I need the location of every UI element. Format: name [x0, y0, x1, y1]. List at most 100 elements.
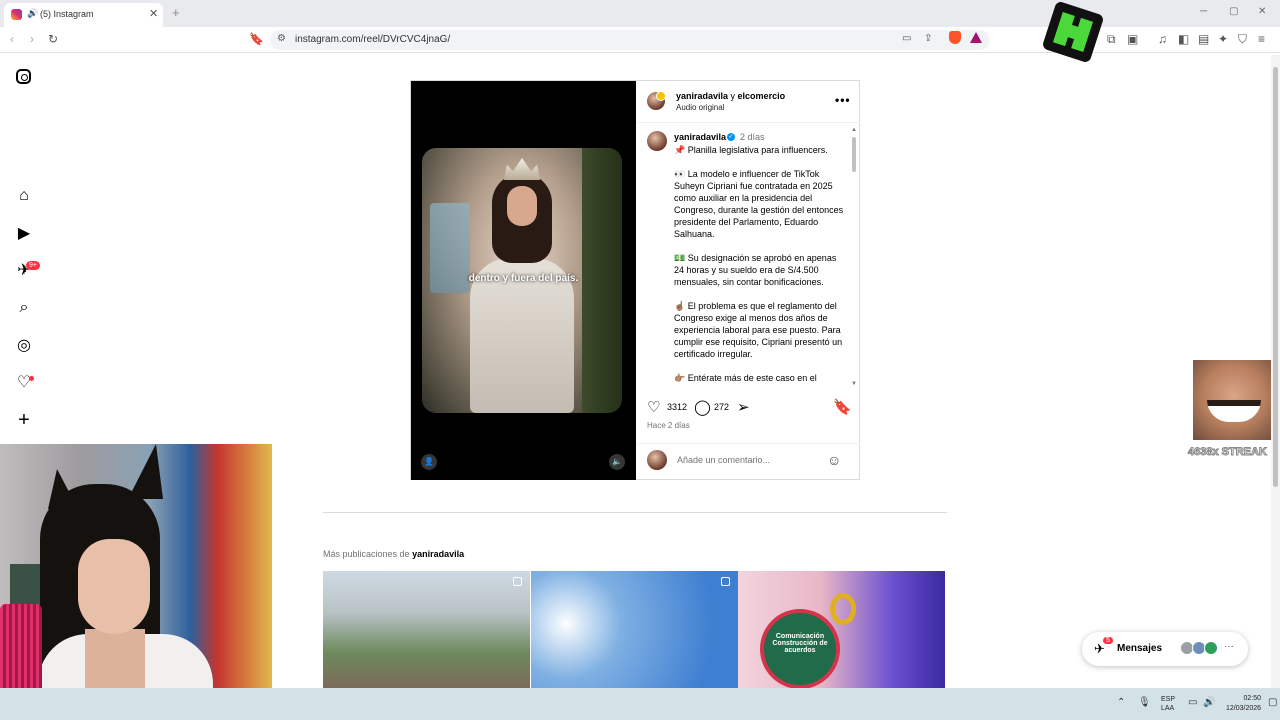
close-window-icon[interactable]: ✕ [1258, 6, 1266, 17]
post-thumbnail[interactable] [323, 571, 530, 688]
volume-tray-icon[interactable]: 🔊 [1203, 697, 1215, 708]
explore-icon[interactable]: ◎ [15, 337, 33, 355]
brave-rewards-icon[interactable] [970, 32, 982, 43]
caption-scrollbar[interactable]: ▲ ▼ [851, 127, 857, 390]
reload-icon[interactable]: ↻ [48, 32, 58, 46]
page-scrollbar[interactable] [1271, 55, 1280, 688]
comment-count[interactable]: 272 [714, 402, 729, 412]
reels-icon[interactable]: ▶ [15, 225, 33, 243]
wallet-icon[interactable]: ▤ [1198, 32, 1209, 46]
ai-icon[interactable]: ✦ [1218, 32, 1228, 46]
direct-icon: ✈ [1094, 641, 1105, 656]
page-scroll-thumb[interactable] [1273, 67, 1278, 487]
messages-button[interactable]: ✈ 5 Mensajes ··· [1082, 632, 1248, 666]
create-icon[interactable]: + [15, 410, 33, 430]
share-icon[interactable]: ⇪ [924, 33, 932, 44]
audio-link[interactable]: Audio original [676, 103, 724, 112]
authors-joiner: y [728, 91, 738, 101]
language-indicator[interactable]: ESP LAA [1161, 695, 1175, 713]
menu-icon[interactable]: ≡ [1258, 32, 1265, 46]
messages-label: Mensajes [1117, 643, 1163, 654]
reel-video[interactable]: dentro y fuera del país. 👤 🔈 [411, 81, 636, 480]
like-icon[interactable]: ♡ [647, 398, 660, 416]
tray-expand-icon[interactable]: ⌃ [1117, 697, 1125, 708]
streamer-face [78, 539, 150, 634]
comment-input[interactable] [677, 455, 827, 465]
post-header: yaniradavila y elcomercio Audio original… [637, 81, 860, 123]
tab-manager-icon[interactable]: ▣ [1127, 32, 1138, 46]
scroll-up-icon[interactable]: ▲ [851, 127, 857, 133]
close-tab-icon[interactable]: ✕ [149, 7, 158, 20]
author-link[interactable]: yaniradavila [676, 91, 728, 101]
face [507, 186, 537, 226]
new-tab-button[interactable]: + [172, 5, 180, 20]
back-icon[interactable]: ‹ [10, 32, 14, 46]
clock-time: 02:50 [1243, 695, 1262, 702]
notifications-icon[interactable]: ▢ [1268, 697, 1277, 708]
home-icon[interactable]: ⌂ [15, 187, 33, 205]
search-icon[interactable]: ⌕ [15, 299, 33, 317]
tab-title: (5) Instagram [40, 9, 94, 19]
url-text[interactable]: instagram.com/reel/DVrCVC4jnaG/ [295, 34, 450, 45]
user-tag-icon[interactable]: 👤 [421, 454, 437, 470]
contact-avatar [1204, 641, 1218, 655]
post-time: Hace 2 días [647, 421, 690, 430]
cast-icon[interactable]: ▭ [902, 33, 911, 44]
carousel-icon [513, 577, 522, 586]
post-actions: ♡ 3312 ◯ 272 ➢ 🔖 Hace 2 días [637, 393, 860, 433]
instagram-logo-icon[interactable] [16, 69, 31, 84]
taskbar: ⌃ 🎙 ESP LAA ▭ 🔊 02:50 12/03/2026 ▢ [0, 688, 1280, 720]
notification-badge: 9+ [26, 261, 40, 270]
coauthor-link[interactable]: elcomercio [738, 91, 786, 101]
brave-shield-icon[interactable] [949, 31, 961, 44]
maximize-icon[interactable]: ▢ [1229, 6, 1238, 17]
scroll-thumb[interactable] [852, 137, 856, 172]
microphone-icon[interactable]: 🎙 [1138, 697, 1151, 708]
video-subtitle: dentro y fuera del país. [468, 273, 579, 284]
like-count[interactable]: 3312 [667, 402, 687, 412]
extensions-icon[interactable]: ⧉ [1107, 32, 1116, 47]
messages-badge: 5 [1103, 637, 1113, 644]
verified-icon: ✓ [727, 133, 735, 141]
volume-icon[interactable]: 🔈 [609, 454, 625, 470]
more-posts-author[interactable]: yaniradavila [412, 549, 464, 559]
caption-text: 📌 Planilla legislativa para influencers.… [674, 145, 844, 383]
cat-ear [128, 444, 163, 499]
caption-time: 2 días [740, 132, 765, 142]
post-thumbnail[interactable] [531, 571, 738, 688]
sign-text: Comunicación Construcción de acuerdos [760, 609, 840, 688]
address-bar[interactable]: ⚙ instagram.com/reel/DVrCVC4jnaG/ ▭ ⇪ [270, 30, 990, 50]
ring-decoration [830, 593, 856, 625]
site-settings-icon[interactable]: ⚙ [277, 33, 286, 44]
language-code: ESP [1161, 696, 1176, 703]
sidebar-icon[interactable]: ◧ [1178, 32, 1189, 46]
webcam-overlay [0, 444, 272, 720]
caption-author[interactable]: yaniradavila [674, 132, 726, 142]
clock-date: 12/03/2026 [1226, 705, 1262, 712]
comment-row: ☺ [637, 443, 860, 480]
tab-instagram[interactable]: 🔊 (5) Instagram ✕ [4, 3, 163, 27]
more-contacts-icon: ··· [1224, 641, 1234, 652]
comment-icon[interactable]: ◯ [694, 398, 711, 416]
emoji-icon[interactable]: ☺ [827, 452, 841, 468]
save-icon[interactable]: 🔖 [833, 398, 852, 416]
laughing-mouth [1207, 400, 1261, 422]
post-thumbnail[interactable]: Comunicación Construcción de acuerdos [738, 571, 945, 688]
minimize-icon[interactable]: ─ [1200, 6, 1207, 17]
forward-icon[interactable]: › [30, 32, 34, 46]
vpn-icon[interactable]: ⛉ [1238, 32, 1247, 47]
speaker-icon[interactable]: 🔊 [27, 8, 38, 19]
more-options-icon[interactable]: ••• [835, 93, 851, 107]
crown [504, 158, 540, 180]
clock[interactable]: 02:50 12/03/2026 [1226, 694, 1261, 714]
caption-avatar[interactable] [647, 131, 667, 151]
network-icon[interactable]: ▭ [1188, 697, 1197, 708]
more-posts-title: Más publicaciones de yaniradavila [323, 549, 464, 559]
music-icon[interactable]: ♫ [1158, 32, 1167, 46]
share-icon[interactable]: ➢ [737, 398, 750, 416]
bookmark-icon[interactable]: 🔖 [249, 32, 264, 46]
coauthor-avatar[interactable] [656, 91, 666, 101]
scroll-down-icon[interactable]: ▼ [851, 381, 857, 387]
activity-dot [29, 376, 34, 381]
user-avatar[interactable] [647, 450, 667, 470]
